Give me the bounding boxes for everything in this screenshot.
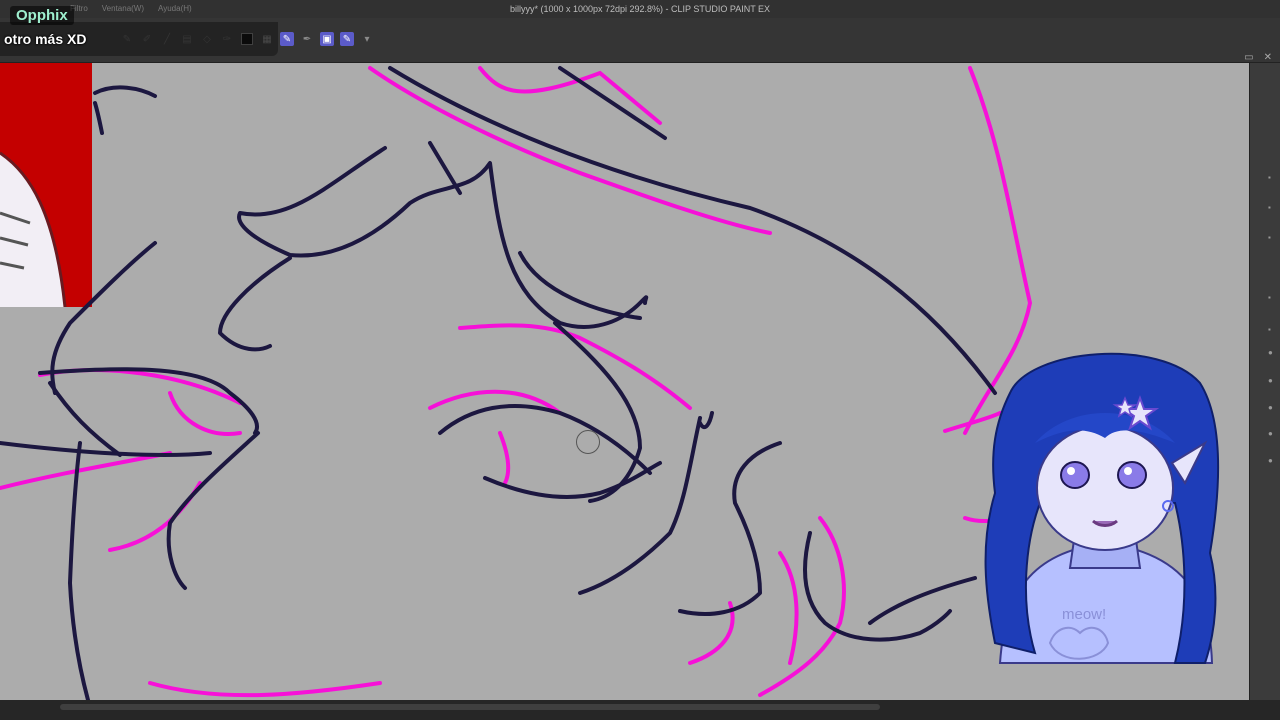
pen-active-icon[interactable]: ✎ [340,32,354,46]
pen-tool-icon[interactable]: ✎ [280,32,294,46]
panel-icon[interactable]: ▪ [1268,233,1276,242]
close-icon[interactable]: ✕ [1264,52,1272,63]
panel-icon[interactable]: ▪ [1268,203,1276,212]
eye-icon[interactable]: ● [1268,376,1276,385]
sweater-text: meow! [1062,606,1106,623]
chat-username: Opphix [10,6,74,25]
chat-message: otro más XD [4,31,87,47]
panel-icon[interactable]: ▪ [1268,325,1276,334]
menu-item-help[interactable]: Ayuda(H) [158,0,192,18]
panel-icon[interactable]: ▪ [1268,173,1276,182]
menu-bar: Filtro Ventana(W) Ayuda(H) [70,0,192,18]
panel-icon[interactable]: ▪ [1268,293,1276,302]
status-bar [0,700,1280,720]
brush-cursor [576,430,600,454]
eye-icon[interactable]: ● [1268,403,1276,412]
minimize-icon[interactable]: ▭ [1244,52,1253,63]
chevron-down-icon[interactable]: ▾ [360,32,374,46]
title-bar: Filtro Ventana(W) Ayuda(H) billyyy* (100… [0,0,1280,18]
menu-item-window[interactable]: Ventana(W) [102,0,144,18]
horizontal-scrollbar[interactable] [60,704,880,710]
layer-panel-collapsed: ▪ ▪ ▪ ▪ ▪ ● ● ● ● ● [1249,63,1280,700]
pressure-icon[interactable]: ✒ [300,32,314,46]
eye-icon[interactable]: ● [1268,429,1276,438]
window-title: billyyy* (1000 x 1000px 72dpi 292.8%) - … [509,4,771,14]
eye-icon[interactable]: ● [1268,456,1276,465]
selection-icon[interactable]: ▣ [320,32,334,46]
window-controls: ▭ ✕ [1244,52,1272,63]
eye-icon[interactable]: ● [1268,348,1276,357]
vtuber-avatar: meow! [960,343,1250,673]
